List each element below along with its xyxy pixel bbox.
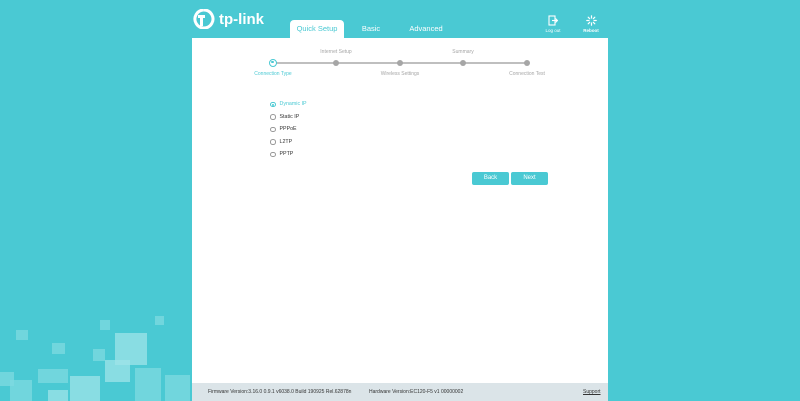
tab-basic[interactable]: Basic	[344, 20, 398, 38]
firmware-version: Firmware Version:3.16.0 0.9.1 v6038.0 Bu…	[208, 389, 352, 395]
step-label-connection-type: Connection Type	[254, 71, 292, 77]
reboot-label: Reboot	[583, 28, 599, 33]
step-dot-connection-type	[269, 58, 277, 67]
radio-static-ip[interactable]: Static IP	[270, 111, 307, 124]
radio-label: Static IP	[279, 113, 300, 120]
logout-icon	[548, 15, 558, 26]
step-dot-summary	[460, 59, 466, 66]
main-nav-tabs: Quick Setup Basic Advanced	[290, 20, 454, 38]
tp-link-logo: tp-link	[193, 9, 264, 29]
step-label-connection-test: Connection Test	[509, 71, 545, 77]
step-dot-connection-test	[524, 59, 530, 66]
radio-label: PPPoE	[279, 126, 297, 133]
step-label-summary: Summary	[452, 49, 474, 55]
logout-button[interactable]: Log out	[538, 15, 568, 33]
hardware-version: Hardware Version:EC120-F5 v1 00000002	[369, 389, 464, 395]
next-button[interactable]: Next	[511, 172, 548, 185]
radio-dynamic-ip[interactable]: Dynamic IP	[270, 98, 307, 111]
radio-label: L2TP	[279, 138, 293, 145]
back-button[interactable]: Back	[472, 172, 509, 185]
radio-label: Dynamic IP	[279, 101, 307, 108]
footer: Firmware Version:3.16.0 0.9.1 v6038.0 Bu…	[192, 383, 608, 401]
quick-setup-panel: Connection Type Internet Setup Wireless …	[192, 38, 608, 383]
logout-label: Log out	[545, 28, 561, 33]
reboot-button[interactable]: Reboot	[576, 15, 606, 33]
step-label-wireless-settings: Wireless Settings	[380, 71, 420, 77]
tp-link-logo-icon	[193, 9, 215, 29]
step-dot-internet-setup	[333, 59, 339, 66]
radio-l2tp[interactable]: L2TP	[270, 136, 307, 149]
tab-advanced[interactable]: Advanced	[398, 20, 454, 38]
wizard-progress: Connection Type Internet Setup Wireless …	[192, 38, 608, 88]
radio-button[interactable]	[270, 101, 276, 107]
radio-button[interactable]	[270, 114, 276, 120]
support-link[interactable]: Support	[583, 389, 601, 395]
connection-type-options: Dynamic IP Static IP PPPoE L2TP PPTP	[270, 98, 307, 161]
tab-quick-setup[interactable]: Quick Setup	[290, 20, 344, 38]
radio-pppoe[interactable]: PPPoE	[270, 123, 307, 136]
radio-button[interactable]	[270, 151, 276, 157]
step-dot-wireless-settings	[397, 59, 403, 66]
step-label-internet-setup: Internet Setup	[320, 49, 352, 55]
radio-button[interactable]	[270, 139, 276, 145]
logo-text: tp-link	[219, 10, 264, 28]
radio-label: PPTP	[279, 151, 294, 158]
radio-pptp[interactable]: PPTP	[270, 148, 307, 161]
reboot-icon	[585, 15, 597, 26]
radio-button[interactable]	[270, 126, 276, 132]
